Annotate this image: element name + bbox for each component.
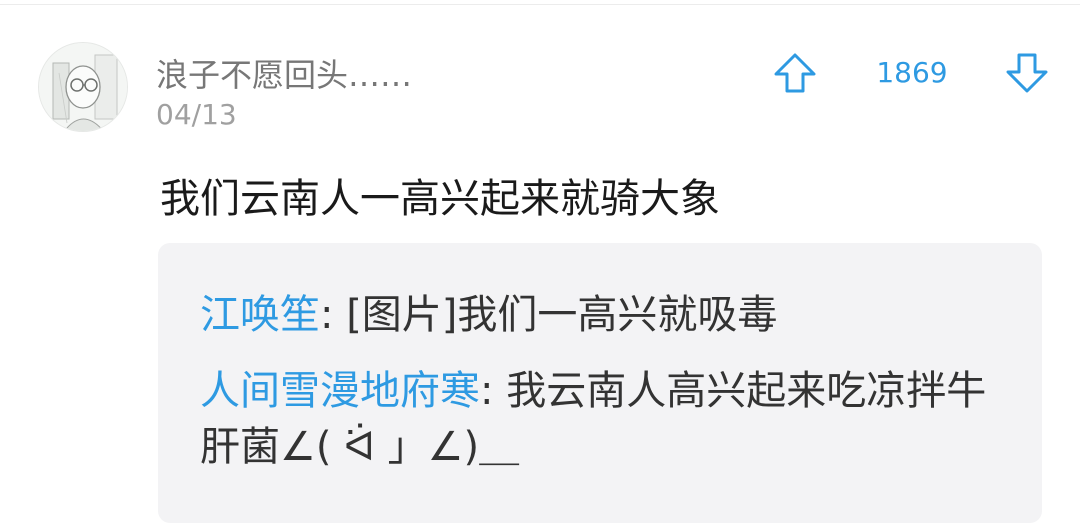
arrow-up-icon — [774, 53, 816, 93]
reply-text: [图片]我们一高兴就吸毒 — [346, 292, 778, 338]
avatar-sketch-icon — [39, 43, 127, 131]
comment-text: 我们云南人一高兴起来就骑大象 — [160, 176, 720, 222]
downvote-button[interactable] — [1004, 50, 1050, 96]
reply-author[interactable]: 江唤笙 — [200, 292, 320, 338]
vote-count: 1869 — [876, 56, 948, 89]
reply-separator: : — [480, 368, 507, 414]
upvote-button[interactable] — [772, 50, 818, 96]
reply-item[interactable]: 江唤笙: [图片]我们一高兴就吸毒 — [200, 287, 1010, 343]
top-divider — [0, 4, 1080, 5]
reply-separator: : — [320, 292, 347, 338]
arrow-down-icon — [1006, 53, 1048, 93]
user-avatar[interactable] — [38, 42, 128, 132]
reply-box[interactable]: 江唤笙: [图片]我们一高兴就吸毒 人间雪漫地府寒: 我云南人高兴起来吃凉拌牛肝… — [158, 243, 1042, 523]
comment-date: 04/13 — [156, 98, 237, 131]
reply-author[interactable]: 人间雪漫地府寒 — [200, 368, 480, 414]
username[interactable]: 浪子不愿回头…… — [156, 50, 412, 96]
reply-item[interactable]: 人间雪漫地府寒: 我云南人高兴起来吃凉拌牛肝菌∠( ᐛ 」∠)＿ — [200, 363, 1010, 475]
